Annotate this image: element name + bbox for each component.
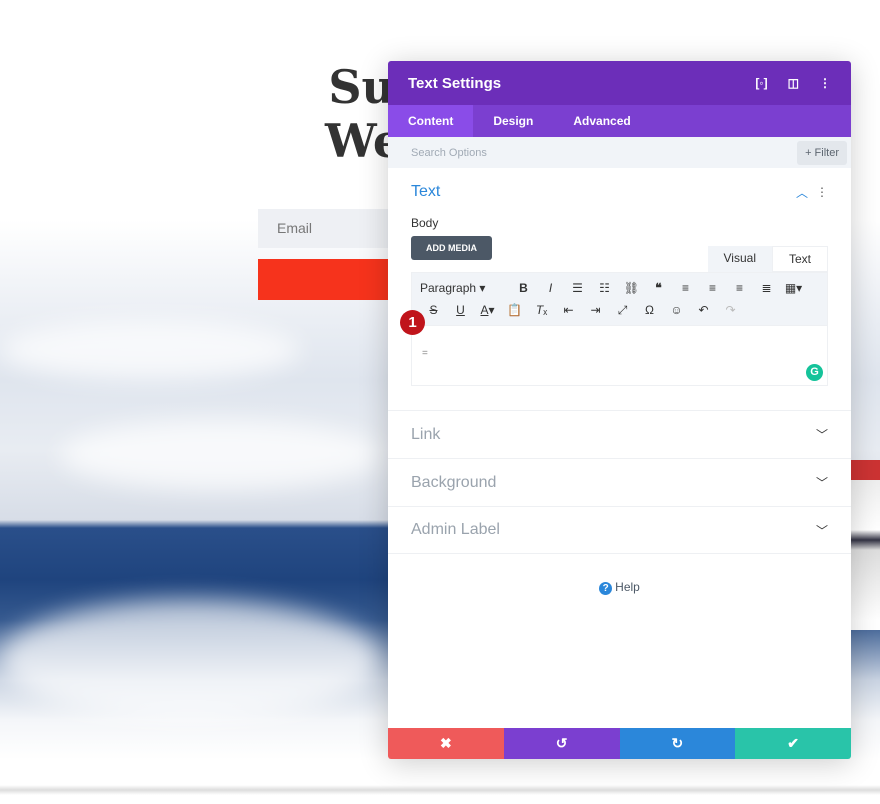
page-headline: Su We	[325, 60, 403, 168]
more-icon[interactable]: ⋮	[816, 185, 828, 199]
indent-icon[interactable]: ⇥	[582, 303, 609, 317]
save-button[interactable]: ✔	[735, 728, 851, 759]
cloud	[0, 320, 300, 380]
wave-spray	[0, 600, 380, 720]
bullet-list-icon[interactable]: ☰	[564, 281, 591, 295]
filter-button[interactable]: + Filter	[797, 140, 847, 165]
table-icon[interactable]: ▦▾	[780, 281, 807, 295]
text-tab[interactable]: Text	[771, 246, 828, 272]
justify-icon[interactable]: ≣	[753, 281, 780, 295]
section-link[interactable]: Link ﹀	[388, 410, 851, 458]
chevron-down-icon: ﹀	[815, 428, 828, 442]
chevron-down-icon: ﹀	[815, 476, 828, 490]
clear-format-icon[interactable]: Tₓ	[528, 303, 555, 317]
emoji-icon[interactable]: ☺	[663, 303, 690, 317]
tab-advanced[interactable]: Advanced	[553, 105, 650, 137]
section-title: Admin Label	[411, 521, 500, 538]
body-label: Body	[411, 216, 439, 230]
section-title: Text	[411, 183, 441, 200]
subscribe-button[interactable]	[258, 259, 398, 300]
boat-image	[850, 460, 880, 630]
section-admin-label[interactable]: Admin Label ﹀	[388, 506, 851, 554]
paste-text-icon[interactable]: 📋	[501, 303, 528, 317]
cancel-button[interactable]: ✖	[388, 728, 504, 759]
expand-icon[interactable]: [◦]	[755, 76, 767, 90]
editor-area[interactable]: = G	[411, 326, 828, 386]
align-left-icon[interactable]: ≡	[672, 281, 699, 295]
italic-icon[interactable]: I	[537, 281, 564, 295]
grammarly-icon[interactable]: G	[806, 364, 823, 381]
editor-content: =	[422, 348, 428, 359]
panel-tabs: Content Design Advanced	[388, 105, 851, 137]
editor-toolbar: Paragraph ▾ B I ☰ ☷ ⛓ ❝ ≡ ≡ ≡ ≣ ▦▾ S U A…	[411, 272, 828, 326]
section-title: Link	[411, 425, 441, 443]
outdent-icon[interactable]: ⇤	[555, 303, 582, 317]
chevron-up-icon[interactable]: ︿	[796, 184, 808, 201]
strikethrough-icon[interactable]: S	[420, 303, 447, 317]
redo-icon[interactable]: ↷	[717, 303, 744, 317]
align-center-icon[interactable]: ≡	[699, 281, 726, 295]
panel-footer: ✖ ↺ ↻ ✔	[388, 728, 851, 759]
cloud	[60, 420, 380, 490]
panel-header: Text Settings [◦] ◫ ⋮	[388, 61, 851, 105]
help-icon: ?	[599, 582, 613, 595]
bold-icon[interactable]: B	[510, 281, 537, 295]
undo-button[interactable]: ↺	[503, 728, 620, 759]
format-select[interactable]: Paragraph ▾	[420, 281, 510, 295]
special-char-icon[interactable]: Ω	[636, 303, 663, 317]
help-link[interactable]: ? Help	[388, 580, 851, 595]
visual-tab[interactable]: Visual	[707, 246, 772, 272]
tab-design[interactable]: Design	[473, 105, 553, 137]
section-title: Background	[411, 473, 497, 491]
align-right-icon[interactable]: ≡	[726, 281, 753, 295]
split-view-icon[interactable]: ◫	[788, 76, 799, 90]
section-background[interactable]: Background ﹀	[388, 458, 851, 506]
step-badge: 1	[400, 310, 425, 335]
panel-title: Text Settings	[408, 74, 502, 92]
text-color-icon[interactable]: A▾	[474, 303, 501, 317]
link-icon[interactable]: ⛓	[618, 281, 645, 295]
email-input[interactable]: Email	[258, 209, 398, 248]
fullscreen-icon[interactable]: ⤢	[609, 303, 636, 318]
numbered-list-icon[interactable]: ☷	[591, 281, 618, 295]
redo-button[interactable]: ↻	[619, 728, 736, 759]
text-section: Text ︿ ⋮ Body ADD MEDIA Visual Text Para…	[388, 168, 851, 386]
text-settings-panel: Text Settings [◦] ◫ ⋮ Content Design Adv…	[388, 61, 851, 759]
more-icon[interactable]: ⋮	[819, 76, 831, 90]
help-label: Help	[615, 580, 640, 594]
chevron-down-icon: ﹀	[815, 523, 828, 538]
format-select-value: Paragraph	[420, 281, 477, 295]
underline-icon[interactable]: U	[447, 303, 474, 317]
headline-line: We	[325, 114, 403, 168]
headline-line: Su	[328, 60, 395, 114]
search-input[interactable]: Search Options	[411, 147, 797, 159]
add-media-button[interactable]: ADD MEDIA	[411, 236, 492, 260]
search-bar: Search Options + Filter	[388, 137, 851, 168]
undo-icon[interactable]: ↶	[690, 303, 717, 317]
tab-content[interactable]: Content	[388, 105, 474, 137]
blockquote-icon[interactable]: ❝	[645, 281, 672, 295]
text-section-header[interactable]: Text ︿ ⋮	[411, 168, 828, 216]
